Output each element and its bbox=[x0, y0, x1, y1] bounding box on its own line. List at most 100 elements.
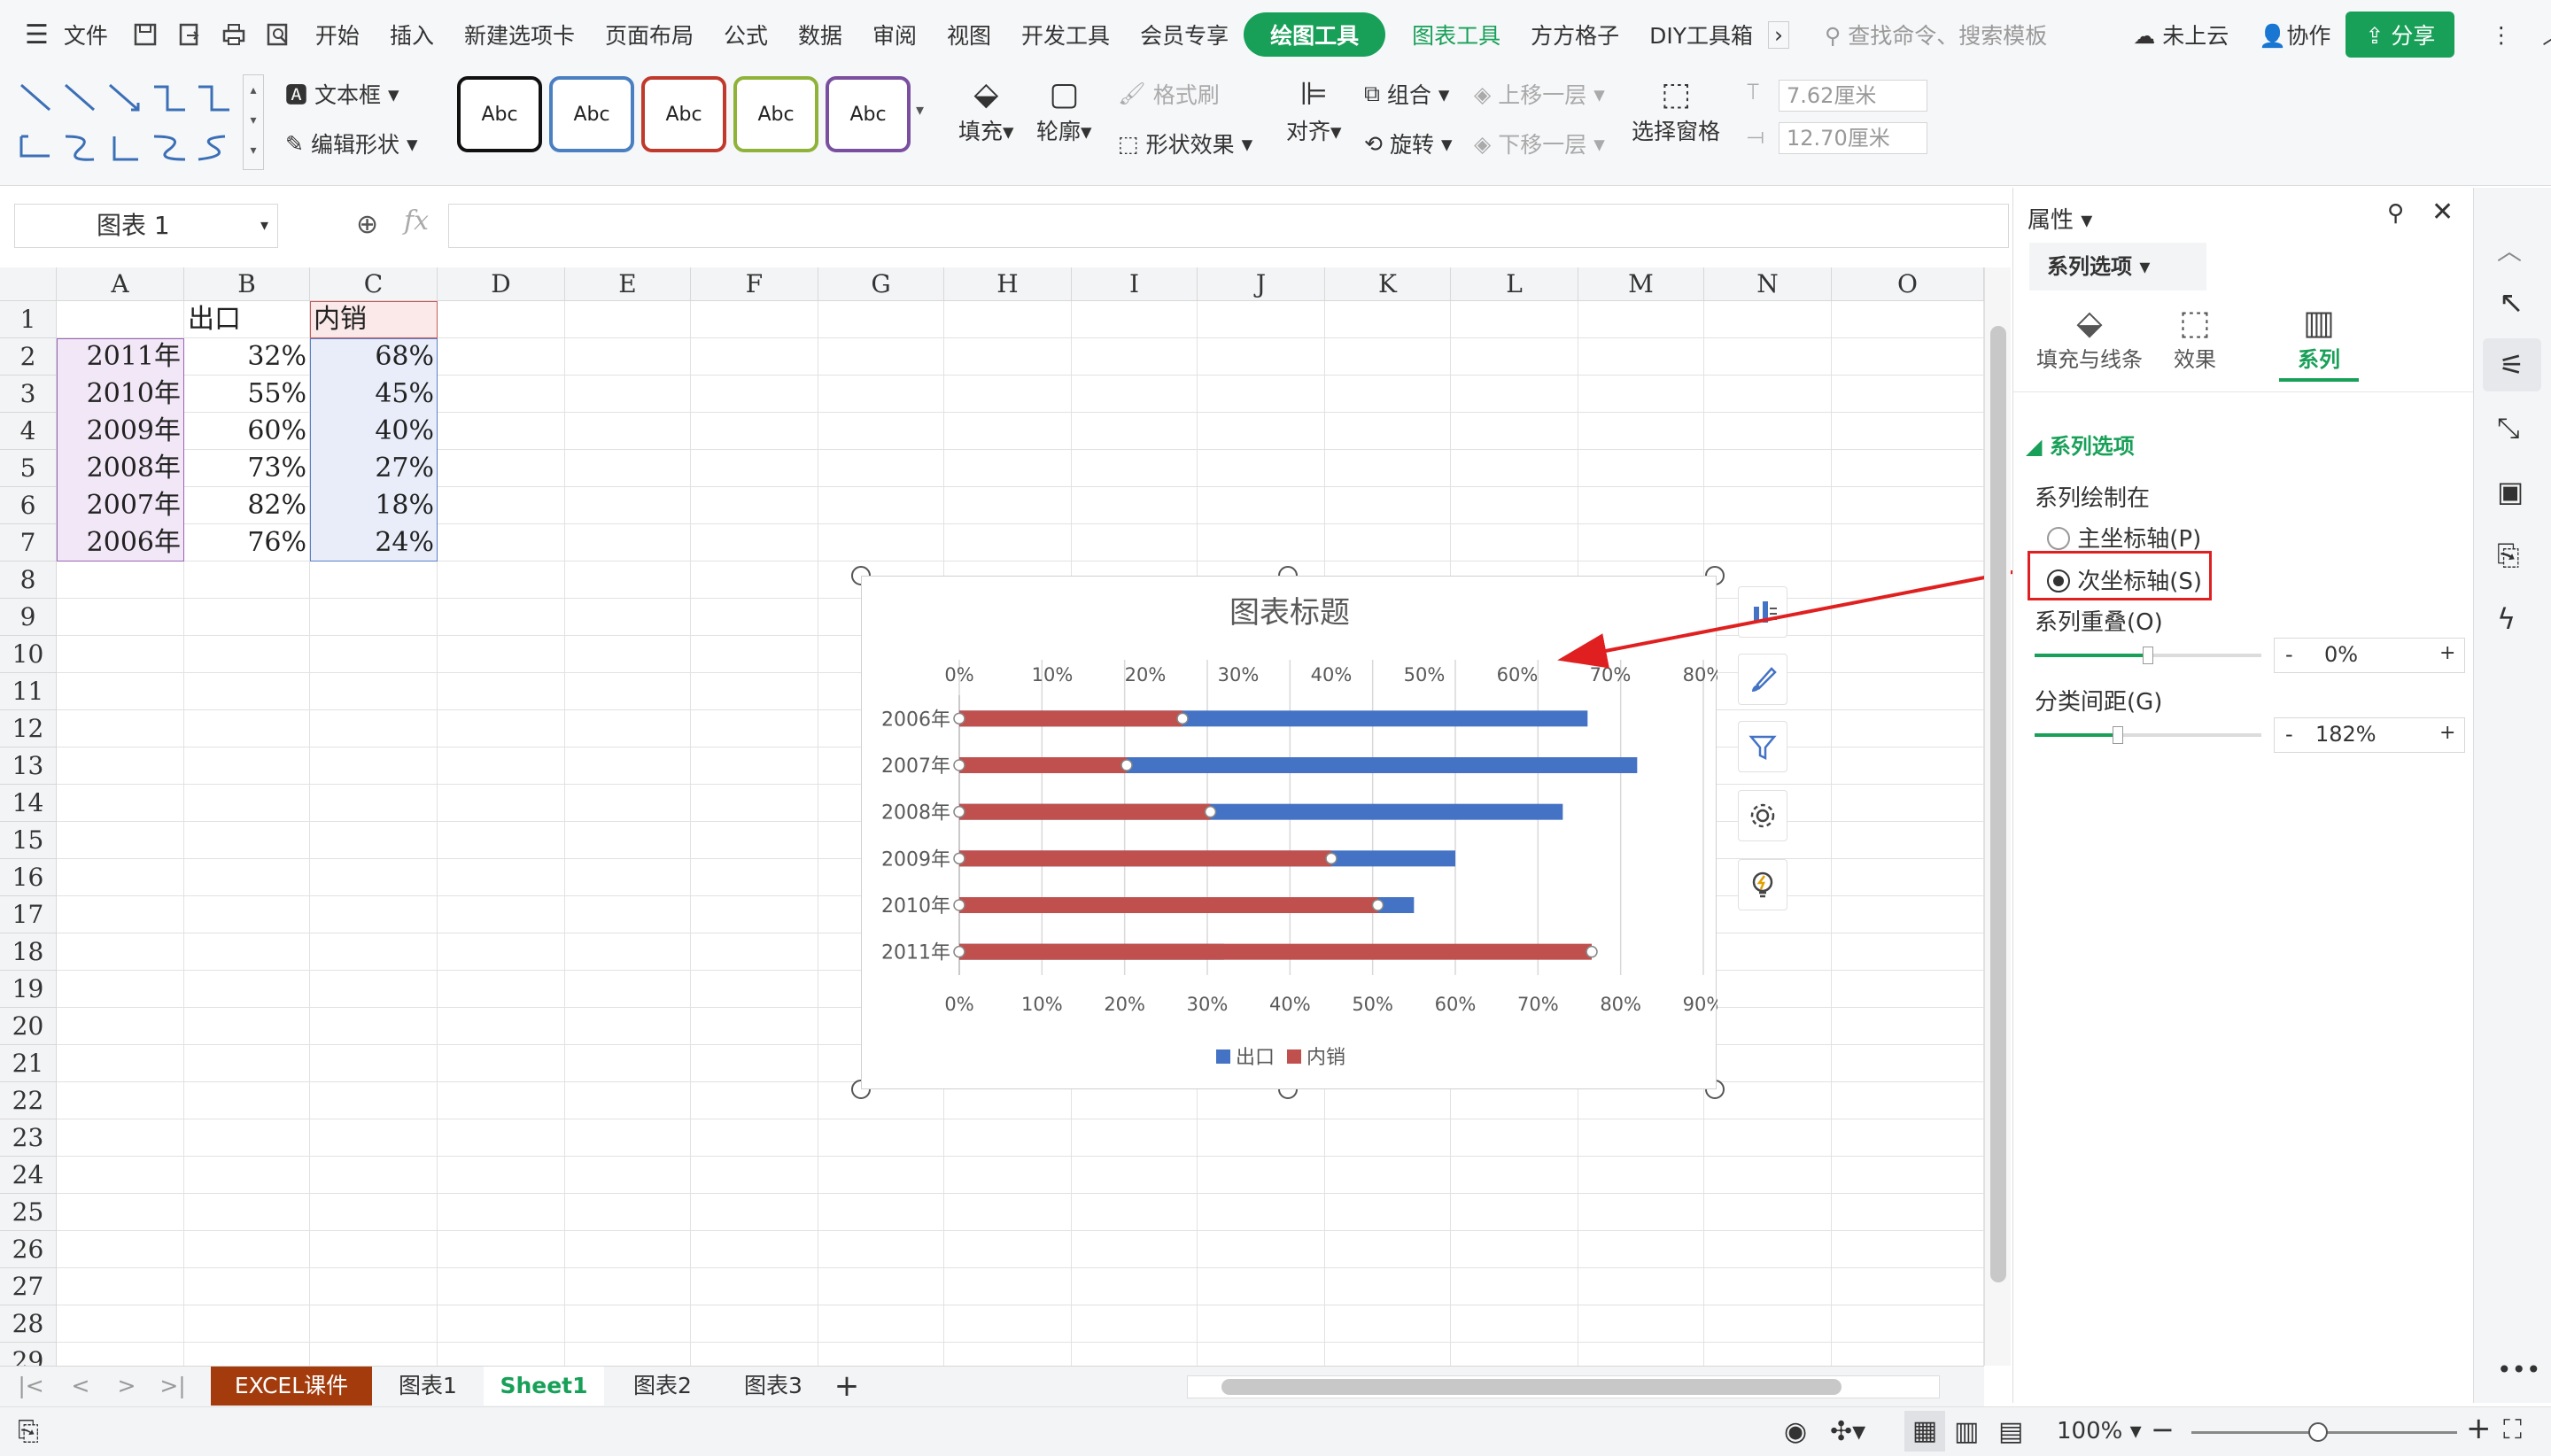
legend-label[interactable]: 出口 bbox=[1236, 1047, 1275, 1069]
row-header[interactable]: 8 bbox=[0, 561, 57, 599]
add-sheet-button[interactable]: + bbox=[827, 1367, 866, 1406]
width-field[interactable]: 12.70厘米 bbox=[1779, 122, 1927, 154]
table-cell[interactable]: 2010年 bbox=[57, 376, 184, 413]
menu-tab-ffgz[interactable]: 方方格子 bbox=[1516, 19, 1634, 50]
row-header[interactable]: 1 bbox=[0, 301, 57, 338]
zoom-out-button[interactable]: − bbox=[2151, 1413, 2175, 1446]
shape-style-3[interactable]: Abc bbox=[641, 76, 726, 152]
table-cell[interactable]: 68% bbox=[310, 338, 438, 376]
textbox-button[interactable]: 🅰 文本框 ▾ bbox=[285, 78, 399, 110]
table-cell[interactable]: 76% bbox=[184, 524, 310, 561]
row-header[interactable]: 23 bbox=[0, 1119, 57, 1157]
menu-tab-insert[interactable]: 插入 bbox=[375, 19, 449, 50]
collab-button[interactable]: 👤协作 bbox=[2244, 19, 2346, 50]
table-cell[interactable]: 40% bbox=[310, 413, 438, 450]
column-header[interactable]: A bbox=[57, 267, 184, 301]
column-header[interactable]: B bbox=[184, 267, 310, 301]
table-cell[interactable]: 73% bbox=[184, 450, 310, 487]
column-header[interactable]: M bbox=[1578, 267, 1704, 301]
gap-slider-track[interactable] bbox=[2035, 726, 2261, 744]
more-dots-icon[interactable]: ••• bbox=[2497, 1355, 2541, 1384]
chart-elements-icon[interactable] bbox=[1738, 586, 1787, 638]
shape-effects-button[interactable]: ⬚ 形状效果 ▾ bbox=[1118, 128, 1252, 159]
sheet-tab-chart3[interactable]: 图表3 bbox=[721, 1367, 826, 1406]
shape-style-5[interactable]: Abc bbox=[826, 76, 911, 152]
eye-protection-icon[interactable]: ◉ bbox=[1784, 1416, 1807, 1447]
share-button[interactable]: ⇪ 分享 bbox=[2346, 12, 2455, 58]
column-header[interactable]: O bbox=[1832, 267, 1984, 301]
radio-secondary-axis[interactable]: 次坐标轴(S) bbox=[2047, 563, 2202, 596]
zoom-slider[interactable] bbox=[2191, 1422, 2457, 1442]
menu-tab-layout[interactable]: 页面布局 bbox=[590, 19, 709, 50]
table-cell[interactable]: 24% bbox=[310, 524, 438, 561]
macro-record-icon[interactable]: ⎘ bbox=[18, 1416, 39, 1447]
menu-tab-drawing-tools[interactable]: 绘图工具 bbox=[1244, 12, 1386, 57]
shape-style-2[interactable]: Abc bbox=[549, 76, 634, 152]
edit-shape-button[interactable]: ✎ 编辑形状 ▾ bbox=[285, 128, 418, 159]
column-header[interactable]: N bbox=[1704, 267, 1832, 301]
vertical-scrollbar[interactable] bbox=[1984, 267, 2011, 1366]
row-header[interactable]: 11 bbox=[0, 673, 57, 710]
table-cell[interactable]: 27% bbox=[310, 450, 438, 487]
row-header[interactable]: 7 bbox=[0, 524, 57, 561]
tab-series[interactable]: ▥ 系列 bbox=[2279, 303, 2359, 382]
bar-domestic[interactable] bbox=[959, 897, 1378, 913]
transform-icon[interactable]: ⤡ bbox=[2497, 411, 2520, 445]
row-header[interactable]: 25 bbox=[0, 1194, 57, 1231]
pin-icon[interactable]: ⚲ bbox=[2387, 200, 2404, 227]
page-break-view-icon[interactable]: ▤ bbox=[1998, 1416, 2023, 1447]
overlap-slider-track[interactable] bbox=[2035, 647, 2261, 664]
column-header[interactable]: E bbox=[565, 267, 691, 301]
outline-button[interactable]: ▢ 轮廓▾ bbox=[1036, 76, 1092, 146]
row-header[interactable]: 10 bbox=[0, 636, 57, 673]
table-cell[interactable]: 60% bbox=[184, 413, 310, 450]
chart-title[interactable]: 图表标题 bbox=[1229, 595, 1350, 631]
bring-forward-button[interactable]: ◈ 上移一层 ▾ bbox=[1474, 78, 1605, 110]
row-header[interactable]: 6 bbox=[0, 487, 57, 524]
close-icon[interactable]: ✕ bbox=[2431, 197, 2454, 228]
chart-settings-gear-icon[interactable] bbox=[1738, 790, 1787, 841]
zoom-in-button[interactable]: + bbox=[2466, 1411, 2492, 1446]
menu-tab-view[interactable]: 视图 bbox=[932, 19, 1006, 50]
hamburger-menu-icon[interactable]: ☰ bbox=[0, 19, 64, 50]
last-sheet-icon[interactable]: >| bbox=[159, 1367, 186, 1406]
series-options-dropdown[interactable]: 系列选项 ▾ bbox=[2029, 243, 2206, 290]
gap-stepper[interactable]: - 182% + bbox=[2274, 717, 2465, 753]
send-backward-button[interactable]: ◈ 下移一层 ▾ bbox=[1474, 128, 1605, 159]
format-painter-button[interactable]: 🖌 格式刷 bbox=[1118, 78, 1220, 110]
menu-tab-developer[interactable]: 开发工具 bbox=[1006, 19, 1125, 50]
shape-style-1[interactable]: Abc bbox=[457, 76, 542, 152]
table-cell[interactable]: 32% bbox=[184, 338, 310, 376]
zoom-level[interactable]: 100% ▾ bbox=[2057, 1418, 2142, 1444]
cell-c1[interactable]: 内销 bbox=[310, 301, 370, 338]
fx-icon[interactable]: fx bbox=[404, 205, 429, 236]
menu-tab-home[interactable]: 开始 bbox=[300, 19, 375, 50]
properties-sliders-icon[interactable]: ⚟ bbox=[2483, 338, 2541, 391]
fill-button[interactable]: ⬙ 填充▾ bbox=[958, 76, 1014, 146]
horizontal-scrollbar[interactable] bbox=[1187, 1375, 1940, 1398]
menu-tab-review[interactable]: 审阅 bbox=[857, 19, 932, 50]
selection-pane-button[interactable]: ⬚ 选择窗格 bbox=[1632, 76, 1720, 146]
row-header[interactable]: 21 bbox=[0, 1045, 57, 1082]
cloud-status[interactable]: ☁ 未上云 bbox=[2062, 19, 2244, 50]
chart-smart-bulb-icon[interactable] bbox=[1738, 859, 1787, 910]
row-header[interactable]: 27 bbox=[0, 1268, 57, 1305]
row-header[interactable]: 29 bbox=[0, 1343, 57, 1366]
legend-label[interactable]: 内销 bbox=[1307, 1047, 1345, 1069]
chart-area[interactable]: 图表标题 0% 10% 20% 30% 40% 50% 60% 70% 80% 90% 0% 10% 20… bbox=[861, 576, 1724, 1090]
menu-tab-formula[interactable]: 公式 bbox=[709, 19, 783, 50]
page-layout-view-icon[interactable]: ▥ bbox=[1954, 1416, 1979, 1447]
row-header[interactable]: 3 bbox=[0, 376, 57, 413]
prev-sheet-icon[interactable]: < bbox=[67, 1367, 94, 1406]
sheet-tab-chart1[interactable]: 图表1 bbox=[374, 1367, 482, 1406]
sheet-tab-chart2[interactable]: 图表2 bbox=[606, 1367, 719, 1406]
table-cell[interactable]: 2007年 bbox=[57, 487, 184, 524]
style-gallery-more[interactable]: ▾ bbox=[916, 101, 924, 120]
table-cell[interactable]: 45% bbox=[310, 376, 438, 413]
row-header[interactable]: 26 bbox=[0, 1231, 57, 1268]
column-header[interactable]: L bbox=[1451, 267, 1578, 301]
name-box[interactable]: 图表 1 ▾ bbox=[14, 204, 278, 248]
bar-chart[interactable]: 图表标题 0% 10% 20% 30% 40% 50% 60% 70% 80% 90% 0% 10% 20… bbox=[862, 577, 1724, 1090]
row-header[interactable]: 9 bbox=[0, 599, 57, 636]
gallery-scroll[interactable]: ▴ ▾ ▾ bbox=[243, 74, 264, 170]
